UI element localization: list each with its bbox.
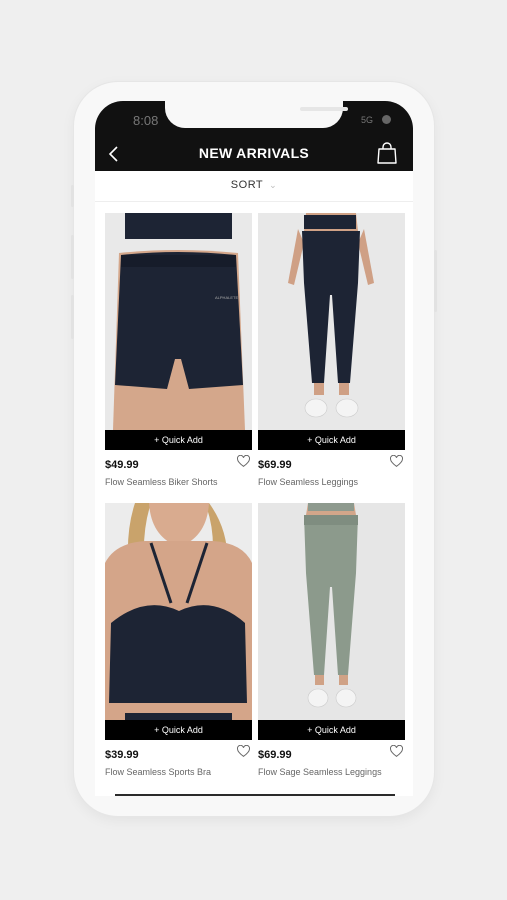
page-title: NEW ARRIVALS: [198, 145, 310, 161]
heart-icon[interactable]: [390, 745, 403, 758]
product-price: $49.99: [105, 459, 139, 471]
status-time: 8:08: [133, 113, 159, 128]
product-name[interactable]: Flow Seamless Leggings: [258, 477, 358, 487]
product-price: $69.99: [258, 749, 292, 761]
phone-notch: [165, 101, 348, 128]
quick-add-button[interactable]: + Quick Add: [105, 430, 252, 450]
phone-side-button: [71, 235, 74, 279]
product-image[interactable]: [258, 503, 405, 720]
svg-text:ALPHALETE: ALPHALETE: [215, 295, 238, 300]
heart-icon[interactable]: [237, 745, 250, 758]
next-row-peek: [115, 794, 395, 796]
phone-side-button: [71, 185, 74, 207]
product-image[interactable]: ALPHALETE: [105, 213, 252, 430]
heart-icon[interactable]: [237, 455, 250, 468]
sort-button[interactable]: SORT ⌄: [95, 179, 413, 191]
top-bar: 8:08 5G NEW ARRIVALS: [95, 101, 413, 171]
chevron-down-icon: ⌄: [269, 180, 278, 190]
product-price: $69.99: [258, 459, 292, 471]
product-image[interactable]: [105, 503, 252, 720]
quick-add-button[interactable]: + Quick Add: [258, 430, 405, 450]
product-name[interactable]: Flow Sage Seamless Leggings: [258, 767, 382, 777]
quick-add-button[interactable]: + Quick Add: [105, 720, 252, 740]
phone-side-button: [71, 295, 74, 339]
product-name[interactable]: Flow Seamless Biker Shorts: [105, 477, 218, 487]
product-image[interactable]: [258, 213, 405, 430]
app-screen: 8:08 5G NEW ARRIVALS SORT ⌄ ALPHALETE + …: [95, 101, 413, 796]
quick-add-button[interactable]: + Quick Add: [258, 720, 405, 740]
heart-icon[interactable]: [390, 455, 403, 468]
sort-bar: SORT ⌄: [95, 171, 413, 202]
battery-icon: [382, 115, 391, 124]
sort-label: SORT: [230, 179, 264, 191]
product-name[interactable]: Flow Seamless Sports Bra: [105, 767, 211, 777]
speaker-grill: [300, 107, 348, 111]
product-price: $39.99: [105, 749, 139, 761]
status-signal: 5G: [360, 115, 373, 125]
phone-side-button: [434, 250, 437, 312]
shopping-bag-icon[interactable]: [376, 141, 398, 165]
